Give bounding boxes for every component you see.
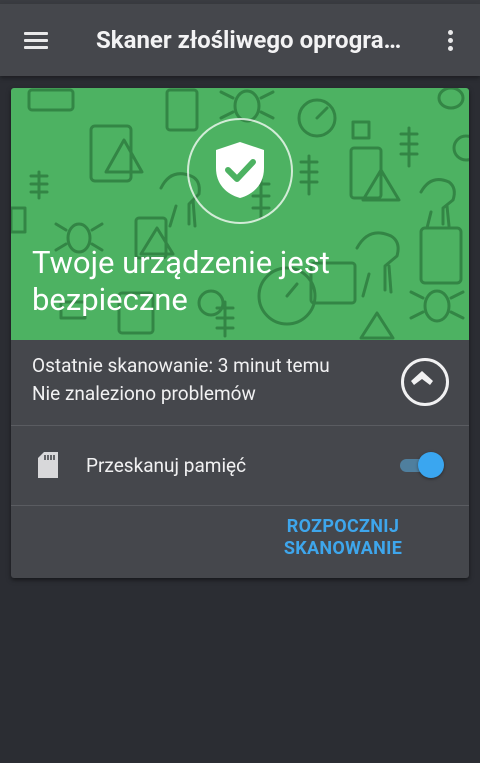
scan-memory-row[interactable]: Przeskanuj pamięć	[11, 426, 469, 506]
scan-result-text: Nie znaleziono problemów	[32, 382, 256, 405]
page-title: Skaner złośliwego oprogramowania	[96, 26, 411, 54]
sd-card-icon	[38, 452, 58, 478]
chevron-up-circle-icon[interactable]	[401, 358, 449, 406]
start-scan-label-line1: ROZPOCZNIJ	[286, 516, 400, 537]
more-vert-icon[interactable]	[436, 26, 464, 56]
toggle-thumb	[418, 452, 444, 478]
device-status-text: Twoje urządzenie jest bezpieczne	[32, 244, 330, 318]
last-scan-text: Ostatnie skanowanie: 3 minut temu	[32, 354, 330, 377]
start-scan-label-line2: SKANOWANIE	[283, 538, 403, 559]
shield-check-icon	[216, 142, 264, 198]
status-hero: Twoje urządzenie jest bezpieczne	[11, 88, 469, 340]
app-toolbar: Skaner złośliwego oprogramowania	[0, 4, 480, 76]
scan-status-section: Ostatnie skanowanie: 3 minut temu Nie zn…	[11, 340, 469, 426]
hamburger-menu-icon[interactable]	[20, 25, 52, 55]
shield-badge	[187, 118, 293, 224]
start-scan-button[interactable]: ROZPOCZNIJ SKANOWANIE	[263, 516, 423, 566]
scan-memory-label: Przeskanuj pamięć	[86, 454, 247, 477]
scan-memory-toggle[interactable]	[400, 452, 444, 478]
scanner-card: Twoje urządzenie jest bezpieczne Ostatni…	[11, 88, 469, 578]
